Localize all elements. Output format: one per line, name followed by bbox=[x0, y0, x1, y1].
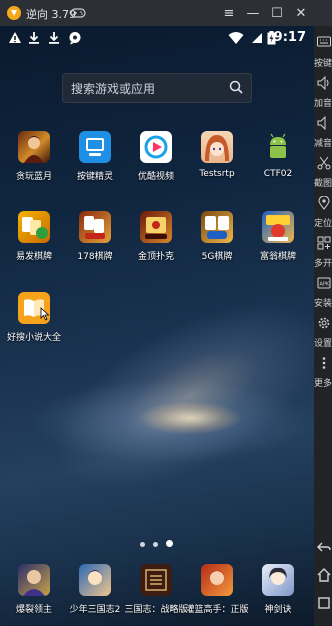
home-button[interactable] bbox=[314, 564, 332, 588]
app-5g[interactable]: 5G棋牌 bbox=[187, 211, 247, 281]
toolbar-label: 更多 bbox=[314, 379, 332, 389]
toolbar-label: 按键 bbox=[314, 59, 332, 69]
app-ctf02[interactable]: CTF02 bbox=[248, 131, 308, 201]
page-dot-active bbox=[166, 540, 173, 547]
dock-app-guanlan[interactable]: 灌篮高手：正版 bbox=[185, 564, 249, 626]
multi-window-icon bbox=[317, 236, 331, 250]
app-youku[interactable]: 优酷视频 bbox=[126, 131, 186, 201]
more-button[interactable]: 更多 bbox=[314, 352, 332, 392]
toolbar-label: 加音 bbox=[314, 99, 332, 109]
keyboard-button[interactable]: 按键 bbox=[314, 32, 332, 72]
wallpaper-galaxy bbox=[24, 263, 314, 529]
gamepad-icon[interactable] bbox=[70, 7, 86, 19]
recent-apps-icon bbox=[318, 597, 330, 609]
settings-button[interactable]: 设置 bbox=[314, 312, 332, 352]
emulator-side-toolbar: 按键 加音 减音 截图 定位 多开 APK 安装 设置 更多 bbox=[314, 26, 332, 626]
page-indicator bbox=[140, 532, 181, 551]
app-178[interactable]: 178棋牌 bbox=[65, 211, 125, 281]
warning-icon bbox=[9, 32, 21, 43]
clock: 9:17 bbox=[273, 30, 306, 45]
download-icon bbox=[29, 32, 39, 44]
svg-text:APK: APK bbox=[320, 282, 330, 288]
location-pin-icon bbox=[318, 196, 330, 210]
game-icon bbox=[79, 564, 111, 596]
app-label: 神剑诀 bbox=[264, 605, 292, 615]
app-haosou-novel[interactable]: 好搜小说大全 bbox=[4, 292, 64, 362]
toolbar-label: 多开 bbox=[314, 259, 332, 269]
game-icon bbox=[18, 564, 50, 596]
apk-icon: APK bbox=[317, 277, 331, 289]
toolbar-label: 截图 bbox=[314, 179, 332, 189]
game-icon bbox=[140, 564, 172, 596]
window-title: 逆向 3.79 bbox=[26, 8, 76, 21]
download-icon bbox=[49, 32, 59, 44]
signal-icon bbox=[252, 33, 262, 43]
back-arrow-icon bbox=[317, 542, 331, 552]
chat-bubble-icon bbox=[69, 32, 81, 45]
youku-play-icon bbox=[140, 131, 172, 163]
toolbar-label: 设置 bbox=[314, 339, 332, 349]
search-bar[interactable]: 搜索游戏或应用 bbox=[62, 73, 252, 103]
volume-down-button[interactable]: 减音 bbox=[314, 112, 332, 152]
chess-cards-icon bbox=[262, 211, 294, 243]
game-avatar-icon bbox=[18, 131, 50, 163]
app-label: 富翁棋牌 bbox=[259, 252, 296, 262]
page-dot bbox=[153, 542, 158, 547]
android-robot-icon bbox=[262, 131, 294, 163]
app-anjian[interactable]: 按键精灵 bbox=[65, 131, 125, 201]
wifi-icon bbox=[228, 32, 244, 44]
mouse-cursor-icon bbox=[40, 307, 50, 321]
toolbar-label: 定位 bbox=[314, 219, 332, 229]
close-button[interactable]: ✕ bbox=[291, 3, 311, 23]
app-logo-icon bbox=[7, 6, 21, 20]
keyboard-sprite-icon bbox=[79, 131, 111, 163]
app-fuweng[interactable]: 富翁棋牌 bbox=[248, 211, 308, 281]
dock-app-shaonian[interactable]: 少年三国志2 bbox=[65, 564, 125, 626]
chess-cards-icon bbox=[79, 211, 111, 243]
maximize-button[interactable]: ☐ bbox=[267, 3, 287, 23]
search-input[interactable]: 搜索游戏或应用 bbox=[71, 80, 155, 97]
screenshot-button[interactable]: 截图 bbox=[314, 152, 332, 192]
multi-instance-button[interactable]: 多开 bbox=[314, 232, 332, 272]
status-bar: 9:17 bbox=[0, 26, 314, 52]
back-button[interactable] bbox=[314, 536, 332, 560]
page-dot bbox=[140, 542, 145, 547]
chess-cards-icon bbox=[201, 211, 233, 243]
more-dots-icon bbox=[322, 357, 326, 369]
dock-app-baolie[interactable]: 爆裂领主 bbox=[4, 564, 64, 626]
app-yifa[interactable]: 易发棋牌 bbox=[4, 211, 64, 281]
search-icon[interactable] bbox=[229, 80, 243, 94]
anime-girl-icon bbox=[201, 131, 233, 163]
dock-app-sanguozhi[interactable]: 三国志：战略版 bbox=[124, 564, 188, 626]
app-label: 好搜小说大全 bbox=[6, 333, 61, 343]
android-home-screen: 9:17 搜索游戏或应用 贪玩蓝月 按键精灵 优酷视频 Testsrtp CTF… bbox=[0, 26, 314, 626]
gear-icon bbox=[318, 317, 330, 329]
location-button[interactable]: 定位 bbox=[314, 192, 332, 232]
toolbar-label: 减音 bbox=[314, 139, 332, 149]
game-icon bbox=[201, 564, 233, 596]
dock-app-shenjian[interactable]: 神剑诀 bbox=[248, 564, 308, 626]
scissors-icon bbox=[317, 156, 331, 170]
recent-apps-button[interactable] bbox=[314, 592, 332, 616]
volume-up-icon bbox=[317, 76, 329, 90]
emulator-title-bar: 逆向 3.79 ≡ — ☐ ✕ bbox=[0, 0, 332, 26]
keyboard-icon bbox=[317, 36, 331, 47]
toolbar-label: 安装 bbox=[314, 299, 332, 309]
volume-up-button[interactable]: 加音 bbox=[314, 72, 332, 112]
menu-button[interactable]: ≡ bbox=[219, 3, 239, 23]
game-icon bbox=[262, 564, 294, 596]
app-testsrtp[interactable]: Testsrtp bbox=[187, 131, 247, 201]
app-label: CTF02 bbox=[263, 169, 293, 179]
poker-icon bbox=[140, 211, 172, 243]
install-apk-button[interactable]: APK 安装 bbox=[314, 272, 332, 312]
home-icon bbox=[317, 568, 331, 582]
minimize-button[interactable]: — bbox=[243, 3, 263, 23]
app-tanwan[interactable]: 贪玩蓝月 bbox=[4, 131, 64, 201]
app-jinding[interactable]: 金顶扑克 bbox=[126, 211, 186, 281]
volume-down-icon bbox=[317, 116, 326, 130]
chess-cards-icon bbox=[18, 211, 50, 243]
